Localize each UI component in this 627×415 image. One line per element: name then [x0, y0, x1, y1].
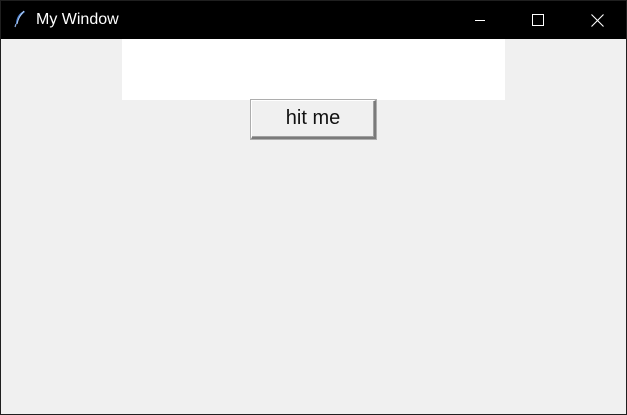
client-area: hit me [1, 39, 626, 414]
hit-me-button[interactable]: hit me [251, 100, 376, 139]
feather-icon [13, 10, 27, 28]
title-bar[interactable]: My Window [1, 1, 626, 39]
close-button[interactable] [568, 1, 626, 39]
app-window: My Window hit me [0, 0, 627, 415]
maximize-button[interactable] [509, 1, 567, 39]
maximize-icon [532, 14, 544, 26]
minimize-button[interactable] [451, 1, 509, 39]
text-label [122, 39, 505, 100]
window-title: My Window [36, 11, 119, 28]
close-icon [590, 13, 604, 27]
minimize-icon [474, 14, 486, 26]
